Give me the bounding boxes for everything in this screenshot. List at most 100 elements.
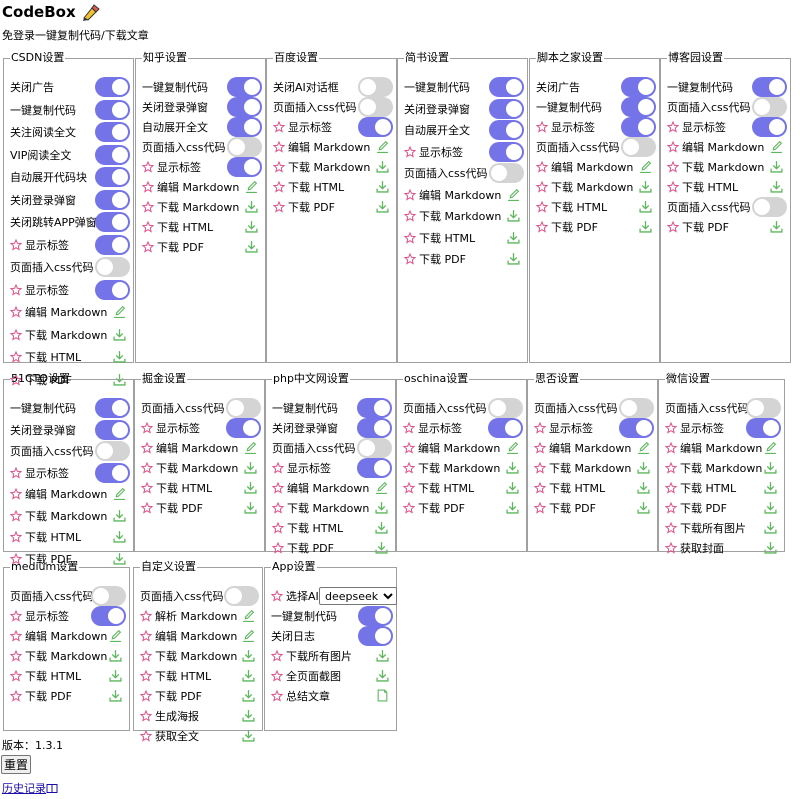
- star-icon[interactable]: [10, 328, 22, 341]
- star-icon[interactable]: [665, 482, 677, 494]
- edit-icon[interactable]: [245, 180, 258, 193]
- star-icon[interactable]: [404, 188, 416, 201]
- setting-row[interactable]: 编辑 Markdown: [273, 138, 370, 156]
- star-icon[interactable]: [667, 181, 679, 193]
- star-icon[interactable]: [10, 630, 22, 642]
- edit-icon[interactable]: [109, 629, 122, 642]
- star-icon[interactable]: [10, 238, 22, 251]
- star-icon[interactable]: [403, 482, 415, 494]
- setting-row[interactable]: 下载 HTML: [536, 198, 607, 216]
- download-icon[interactable]: [506, 481, 519, 494]
- download-icon[interactable]: [375, 521, 388, 534]
- star-icon[interactable]: [403, 422, 415, 434]
- toggle-switch[interactable]: [226, 398, 261, 418]
- toggle-switch[interactable]: [95, 398, 130, 418]
- star-icon[interactable]: [10, 650, 22, 662]
- download-icon[interactable]: [376, 160, 389, 173]
- setting-row[interactable]: 下载 PDF: [534, 499, 596, 517]
- toggle-switch[interactable]: [91, 606, 126, 626]
- toggle-switch[interactable]: [358, 97, 393, 117]
- star-icon[interactable]: [273, 201, 285, 213]
- download-icon[interactable]: [639, 220, 652, 233]
- edit-icon[interactable]: [637, 441, 650, 454]
- setting-row[interactable]: 总结文章: [271, 687, 330, 705]
- toggle-switch[interactable]: [489, 163, 524, 183]
- star-icon[interactable]: [272, 462, 284, 474]
- star-icon[interactable]: [140, 690, 152, 702]
- setting-row[interactable]: 下载 HTML: [665, 479, 736, 497]
- star-icon[interactable]: [534, 502, 546, 514]
- download-icon[interactable]: [376, 200, 389, 213]
- star-icon[interactable]: [142, 241, 154, 253]
- toggle-switch[interactable]: [227, 137, 262, 157]
- star-icon[interactable]: [536, 201, 548, 213]
- star-icon[interactable]: [272, 502, 284, 514]
- setting-row[interactable]: 下载 Markdown: [667, 158, 764, 176]
- download-icon[interactable]: [245, 240, 258, 253]
- setting-row[interactable]: 下载 Markdown: [10, 647, 107, 665]
- setting-row[interactable]: 下载 Markdown: [403, 459, 500, 477]
- download-icon[interactable]: [244, 481, 257, 494]
- star-icon[interactable]: [536, 221, 548, 233]
- setting-row[interactable]: 下载 PDF: [140, 687, 202, 705]
- setting-row[interactable]: 编辑 Markdown: [534, 439, 631, 457]
- star-icon[interactable]: [10, 306, 22, 318]
- star-icon[interactable]: [141, 422, 153, 434]
- download-icon[interactable]: [770, 220, 783, 233]
- setting-row[interactable]: 下载 PDF: [403, 499, 465, 517]
- star-icon[interactable]: [140, 630, 152, 642]
- setting-row[interactable]: 编辑 Markdown: [272, 479, 369, 497]
- edit-icon[interactable]: [113, 305, 126, 318]
- toggle-switch[interactable]: [746, 398, 781, 418]
- setting-row[interactable]: 下载 HTML: [140, 667, 211, 685]
- toggle-switch[interactable]: [621, 117, 656, 137]
- edit-icon[interactable]: [376, 140, 389, 153]
- star-icon[interactable]: [667, 121, 679, 133]
- toggle-switch[interactable]: [357, 438, 392, 458]
- star-icon[interactable]: [142, 161, 154, 173]
- download-icon[interactable]: [113, 328, 126, 341]
- download-icon[interactable]: [507, 231, 520, 244]
- star-icon[interactable]: [536, 181, 548, 193]
- toggle-switch[interactable]: [95, 144, 130, 165]
- toggle-switch[interactable]: [752, 117, 787, 137]
- star-icon[interactable]: [273, 161, 285, 173]
- download-icon[interactable]: [637, 501, 650, 514]
- toggle-switch[interactable]: [95, 462, 130, 483]
- document-icon[interactable]: [376, 689, 389, 702]
- toggle-switch[interactable]: [357, 418, 392, 438]
- download-icon[interactable]: [764, 541, 777, 554]
- toggle-switch[interactable]: [621, 77, 656, 97]
- star-icon[interactable]: [404, 231, 416, 244]
- toggle-switch[interactable]: [489, 141, 524, 162]
- edit-icon[interactable]: [244, 441, 257, 454]
- star-icon[interactable]: [534, 422, 546, 434]
- star-icon[interactable]: [142, 181, 154, 193]
- setting-row[interactable]: 下载 HTML: [667, 178, 738, 196]
- toggle-switch[interactable]: [95, 212, 130, 232]
- toggle-switch[interactable]: [621, 97, 656, 117]
- download-icon[interactable]: [109, 689, 122, 702]
- toggle-switch[interactable]: [358, 626, 393, 646]
- star-icon[interactable]: [10, 351, 22, 363]
- download-icon[interactable]: [764, 501, 777, 514]
- setting-row[interactable]: 下载 HTML: [273, 178, 344, 196]
- star-icon[interactable]: [10, 670, 22, 682]
- download-icon[interactable]: [375, 541, 388, 554]
- star-icon[interactable]: [141, 502, 153, 514]
- star-icon[interactable]: [665, 522, 677, 534]
- setting-row[interactable]: 解析 Markdown: [140, 607, 237, 625]
- edit-icon[interactable]: [375, 481, 388, 494]
- setting-row[interactable]: 全页面截图: [271, 667, 341, 685]
- setting-row[interactable]: 编辑 Markdown: [141, 439, 238, 457]
- toggle-switch[interactable]: [95, 122, 130, 142]
- download-icon[interactable]: [639, 200, 652, 213]
- star-icon[interactable]: [271, 690, 283, 702]
- setting-row[interactable]: 下载 Markdown: [404, 207, 501, 225]
- ai-select[interactable]: deepseek: [319, 587, 397, 605]
- setting-row[interactable]: 编辑 Markdown: [665, 439, 762, 457]
- setting-row[interactable]: 下载 Markdown: [141, 459, 238, 477]
- reset-button[interactable]: 重置: [1, 755, 32, 774]
- star-icon[interactable]: [140, 710, 152, 722]
- toggle-switch[interactable]: [95, 279, 130, 300]
